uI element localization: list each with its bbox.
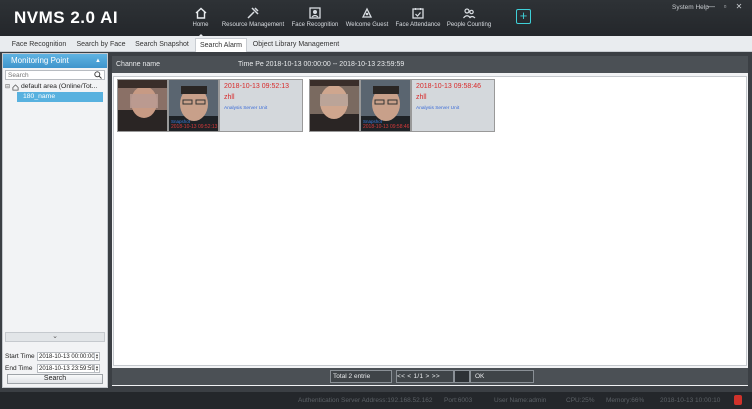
results-grid: Snapshot 2018-10-13 09:52:13 2018-10-13 … (113, 76, 747, 366)
tab-face-recognition[interactable]: Face Recognition (6, 38, 72, 52)
nav-label: Face Attendance (395, 22, 441, 28)
home-icon (195, 7, 206, 19)
server-port: Port:6003 (444, 397, 473, 404)
start-time-input[interactable]: 2018-10-13 00:00:00 ▲ ▼ (37, 351, 100, 361)
server-address: Authentication Server Address:192.168.52… (298, 397, 433, 404)
close-icon[interactable]: ✕ (734, 2, 744, 11)
alarm-card[interactable]: Snapshot 2018-10-13 09:58:46 2018-10-13 … (309, 79, 495, 132)
panel-title: Monitoring Point (11, 56, 69, 65)
tree-root[interactable]: ⊟ default area (Online/Tot... (5, 82, 105, 92)
nav-label: Welcome Guest (345, 22, 389, 28)
end-time-row: End Time 2018-10-13 23:59:59 ▲ ▼ (5, 363, 100, 373)
alarm-time: 2018-10-13 09:52:13 (224, 83, 289, 90)
start-time-label: Start Time (5, 352, 35, 360)
nav-welcome-guest[interactable]: Welcome Guest (341, 4, 393, 34)
alarm-person-name: zhll (416, 94, 427, 101)
nav-face-recognition[interactable]: Face Recognition (289, 4, 341, 34)
welcome-guest-icon (361, 7, 373, 18)
search-input[interactable] (6, 71, 86, 79)
alarm-time: 2018-10-13 09:58:46 (416, 83, 481, 90)
nav-resource-management[interactable]: Resource Management (217, 4, 289, 34)
memory-usage: Memory:66% (606, 397, 645, 404)
nav-label: Home (192, 22, 209, 28)
user-name: User Name:admin (494, 397, 547, 404)
top-bar: NVMS 2.0 AI Home Resource Management Fac… (0, 0, 752, 38)
alarm-indicator-icon[interactable] (734, 395, 742, 405)
spinner-icon[interactable]: ▲ ▼ (94, 352, 99, 360)
end-time-value: 2018-10-13 23:59:59 (39, 365, 95, 372)
nav-face-attendance[interactable]: Face Attendance (393, 4, 443, 34)
cpu-usage: CPU:25% (566, 397, 595, 404)
panel-header: Monitoring Point ▲ (3, 54, 107, 68)
page-navigation[interactable]: << < 1/1 > >> (396, 370, 454, 383)
start-time-row: Start Time 2018-10-13 00:00:00 ▲ ▼ (5, 351, 100, 361)
tab-search-snapshot[interactable]: Search Snapshot (130, 38, 194, 52)
time-period-header: Time Pe 2018-10-13 00:00:00 -- 2018-10-1… (238, 61, 405, 68)
alarm-info: 2018-10-13 09:58:46 zhll Analysis Server… (411, 79, 495, 132)
current-datetime: 2018-10-13 10:00:10 (660, 397, 721, 404)
collapse-toggle-icon[interactable]: ⊟ (5, 82, 12, 92)
snapshot-face-image: Snapshot 2018-10-13 09:58:46 (360, 79, 411, 132)
people-counting-icon (463, 8, 476, 19)
ok-button[interactable]: OK (470, 370, 534, 383)
page-number-input[interactable] (454, 370, 470, 383)
calendar-check-icon (412, 8, 424, 19)
total-entries: Total 2 entrie (330, 370, 392, 383)
search-button[interactable]: Search (7, 374, 103, 384)
home-icon (12, 83, 19, 91)
chevron-down-icon[interactable]: ⌄ (5, 332, 105, 342)
chevron-up-icon[interactable]: ▲ (95, 54, 101, 68)
face-recognition-icon (309, 7, 321, 19)
tree-item-camera[interactable]: 180_name (17, 92, 103, 102)
nav-label: Face Recognition (291, 22, 339, 28)
library-face-image (309, 79, 360, 132)
window-controls: — ▫ ✕ (706, 2, 744, 11)
tab-search-alarm[interactable]: Search Alarm (195, 38, 247, 52)
tab-search-by-face[interactable]: Search by Face (72, 38, 130, 52)
snapshot-timestamp: 2018-10-13 09:58:46 (363, 124, 410, 130)
channel-name-header: Channe name (116, 61, 160, 68)
alarm-info: 2018-10-13 09:52:13 zhll Analysis Server… (219, 79, 303, 132)
system-help-menu[interactable]: System Help (672, 4, 709, 11)
minimize-icon[interactable]: — (706, 2, 716, 11)
search-icon[interactable] (94, 71, 102, 79)
add-module-button[interactable]: + (516, 9, 531, 24)
main-nav: Home Resource Management Face Recognitio… (184, 4, 495, 38)
tab-bar: Face Recognition Search by Face Search S… (0, 36, 752, 52)
analysis-server: Analysis Server Unit (416, 106, 460, 111)
alarm-card[interactable]: Snapshot 2018-10-13 09:52:13 2018-10-13 … (117, 79, 303, 132)
nav-label: People Counting (446, 22, 492, 28)
nav-label: Resource Management (221, 22, 285, 28)
snapshot-face-image: Snapshot 2018-10-13 09:52:13 (168, 79, 219, 132)
alarm-results-panel: Channe name Time Pe 2018-10-13 00:00:00 … (112, 56, 748, 386)
library-face-image (117, 79, 168, 132)
end-time-input[interactable]: 2018-10-13 23:59:59 ▲ ▼ (37, 363, 100, 373)
tab-object-library-management[interactable]: Object Library Management (249, 38, 343, 52)
tree-root-label: default area (Online/Tot... (21, 83, 98, 90)
results-header: Channe name Time Pe 2018-10-13 00:00:00 … (112, 56, 748, 73)
status-bar: Authentication Server Address:192.168.52… (0, 392, 752, 409)
monitoring-point-panel: Monitoring Point ▲ ⊟ default area (Onlin… (2, 53, 108, 388)
app-logo: NVMS 2.0 AI (14, 8, 119, 27)
device-tree: ⊟ default area (Online/Tot... 180_name (3, 82, 107, 102)
nav-people-counting[interactable]: People Counting (443, 4, 495, 34)
spinner-icon[interactable]: ▲ ▼ (94, 364, 99, 372)
analysis-server: Analysis Server Unit (224, 106, 268, 111)
pagination-bar: Total 2 entrie << < 1/1 > >> OK (112, 368, 748, 385)
maximize-icon[interactable]: ▫ (720, 2, 730, 11)
start-time-value: 2018-10-13 00:00:00 (39, 353, 95, 360)
search-box (5, 70, 105, 80)
snapshot-timestamp: 2018-10-13 09:52:13 (171, 124, 218, 130)
nav-home[interactable]: Home (184, 4, 217, 38)
alarm-person-name: zhll (224, 94, 235, 101)
tools-icon (247, 7, 259, 19)
end-time-label: End Time (5, 364, 33, 372)
